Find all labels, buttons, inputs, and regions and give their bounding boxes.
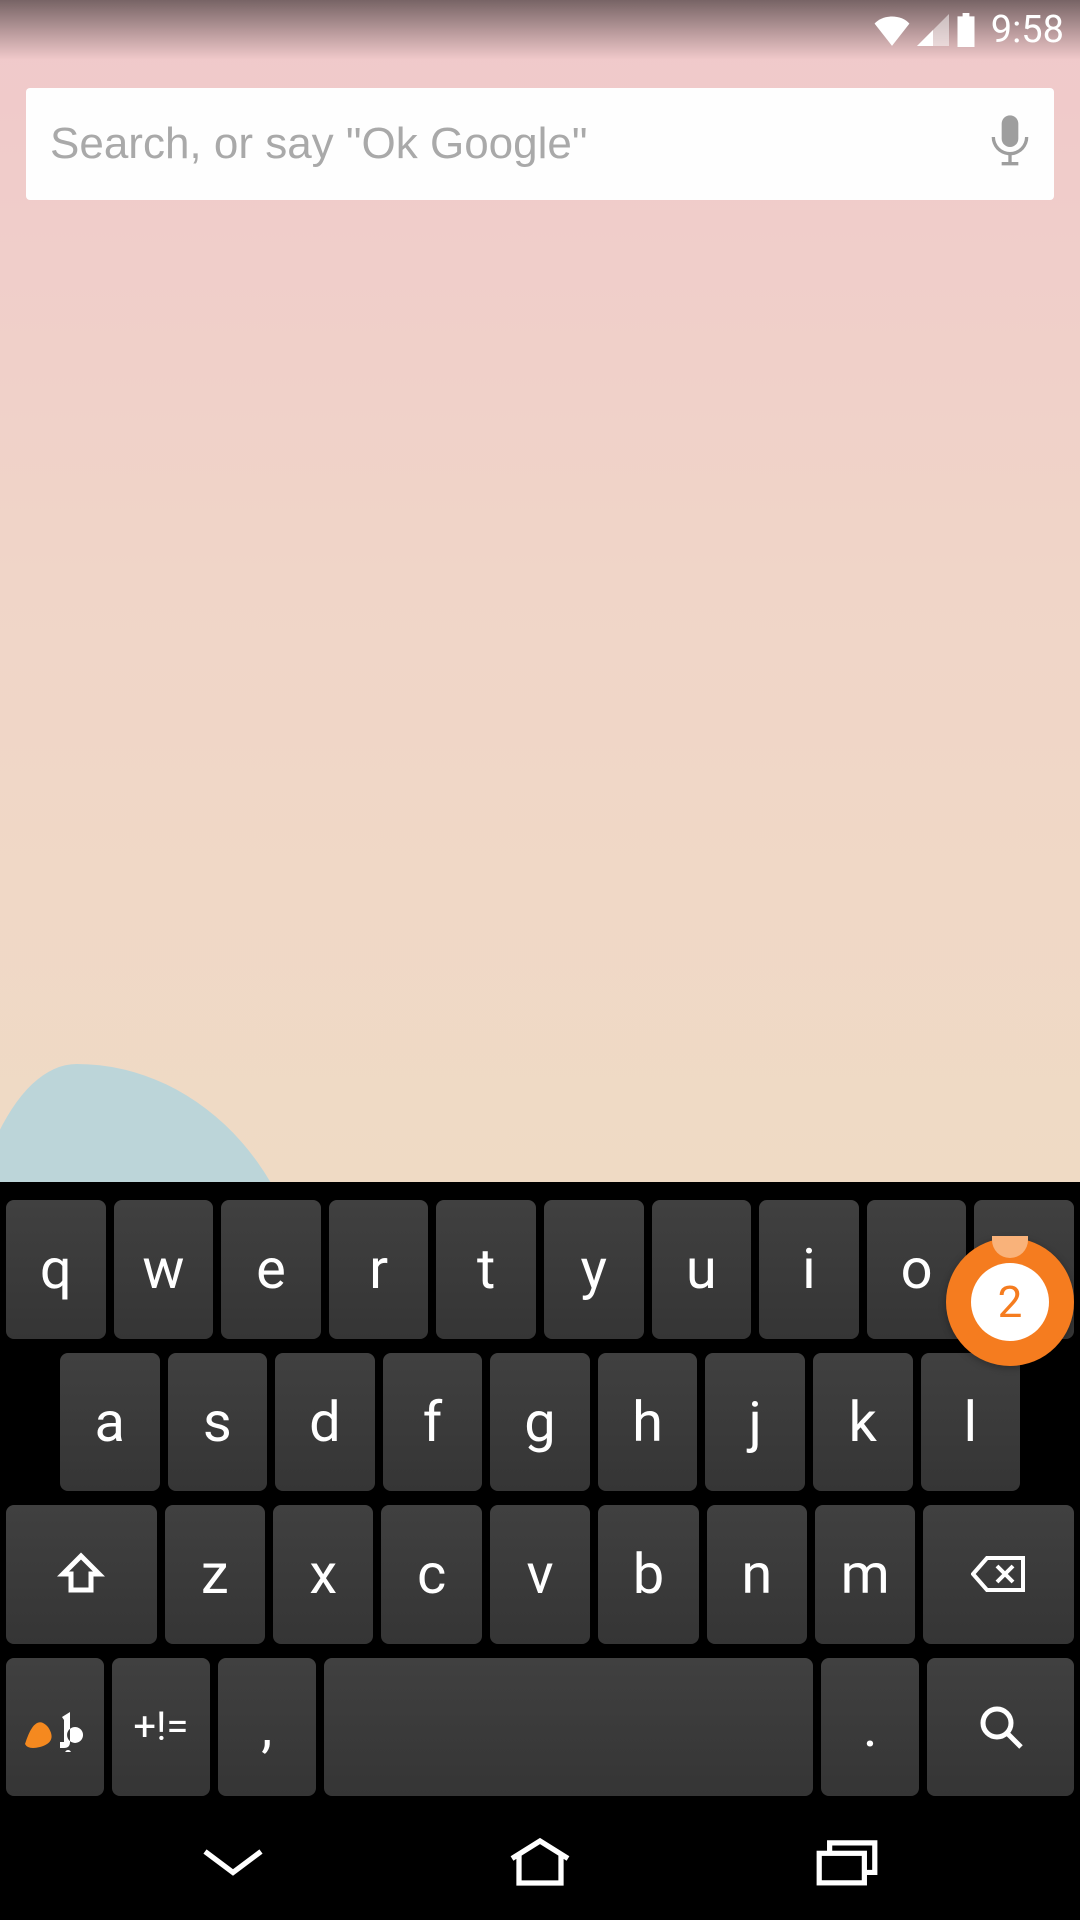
key-period[interactable]: . [821,1658,919,1797]
key-h[interactable]: h [598,1353,698,1492]
cell-signal-icon [917,14,949,46]
key-space[interactable] [324,1658,814,1797]
status-time: 9:58 [991,8,1064,52]
key-e[interactable]: e [221,1200,321,1339]
key-a[interactable]: a [60,1353,160,1492]
key-k[interactable]: k [813,1353,913,1492]
key-z[interactable]: z [165,1505,265,1644]
key-j[interactable]: j [705,1353,805,1492]
key-n[interactable]: n [707,1505,807,1644]
keyboard-row-3: z x c v b n m [6,1505,1074,1644]
nav-back-button[interactable] [173,1822,293,1902]
key-swype[interactable] [6,1658,104,1797]
nav-recent-button[interactable] [787,1822,907,1902]
key-q[interactable]: q [6,1200,106,1339]
key-g[interactable]: g [490,1353,590,1492]
key-x[interactable]: x [273,1505,373,1644]
keyboard: q w e r t y u i o p a s d f g h j k l z [0,1182,1080,1804]
key-t[interactable]: t [436,1200,536,1339]
key-u[interactable]: u [652,1200,752,1339]
key-m[interactable]: m [815,1505,915,1644]
key-i[interactable]: i [759,1200,859,1339]
key-r[interactable]: r [329,1200,429,1339]
key-y[interactable]: y [544,1200,644,1339]
badge-count: 2 [998,1276,1023,1328]
search-input[interactable] [50,119,990,169]
wifi-icon [873,14,911,46]
key-v[interactable]: v [490,1505,590,1644]
keyboard-row-2: a s d f g h j k l [6,1353,1074,1492]
key-c[interactable]: c [381,1505,481,1644]
key-b[interactable]: b [598,1505,698,1644]
key-comma[interactable]: , [218,1658,316,1797]
key-s[interactable]: s [168,1353,268,1492]
nav-home-button[interactable] [480,1822,600,1902]
key-l[interactable]: l [921,1353,1021,1492]
keyboard-row-1: q w e r t y u i o p [6,1200,1074,1339]
swype-icon [20,1702,90,1752]
key-d[interactable]: d [275,1353,375,1492]
floating-notification-badge[interactable]: 2 [946,1238,1074,1366]
key-symbols[interactable]: +!= [112,1658,210,1797]
key-f[interactable]: f [383,1353,483,1492]
keyboard-row-4: +!= , . [6,1658,1074,1797]
search-bar[interactable] [26,88,1054,200]
key-shift[interactable] [6,1505,157,1644]
home-screen: 9:58 2 q w e r t y u i o p a s d [0,0,1080,1920]
battery-icon [955,13,977,47]
key-search[interactable] [927,1658,1074,1797]
status-bar: 9:58 [0,0,1080,60]
key-backspace[interactable] [923,1505,1074,1644]
key-w[interactable]: w [114,1200,214,1339]
navigation-bar [0,1804,1080,1920]
microphone-icon[interactable] [990,114,1030,174]
